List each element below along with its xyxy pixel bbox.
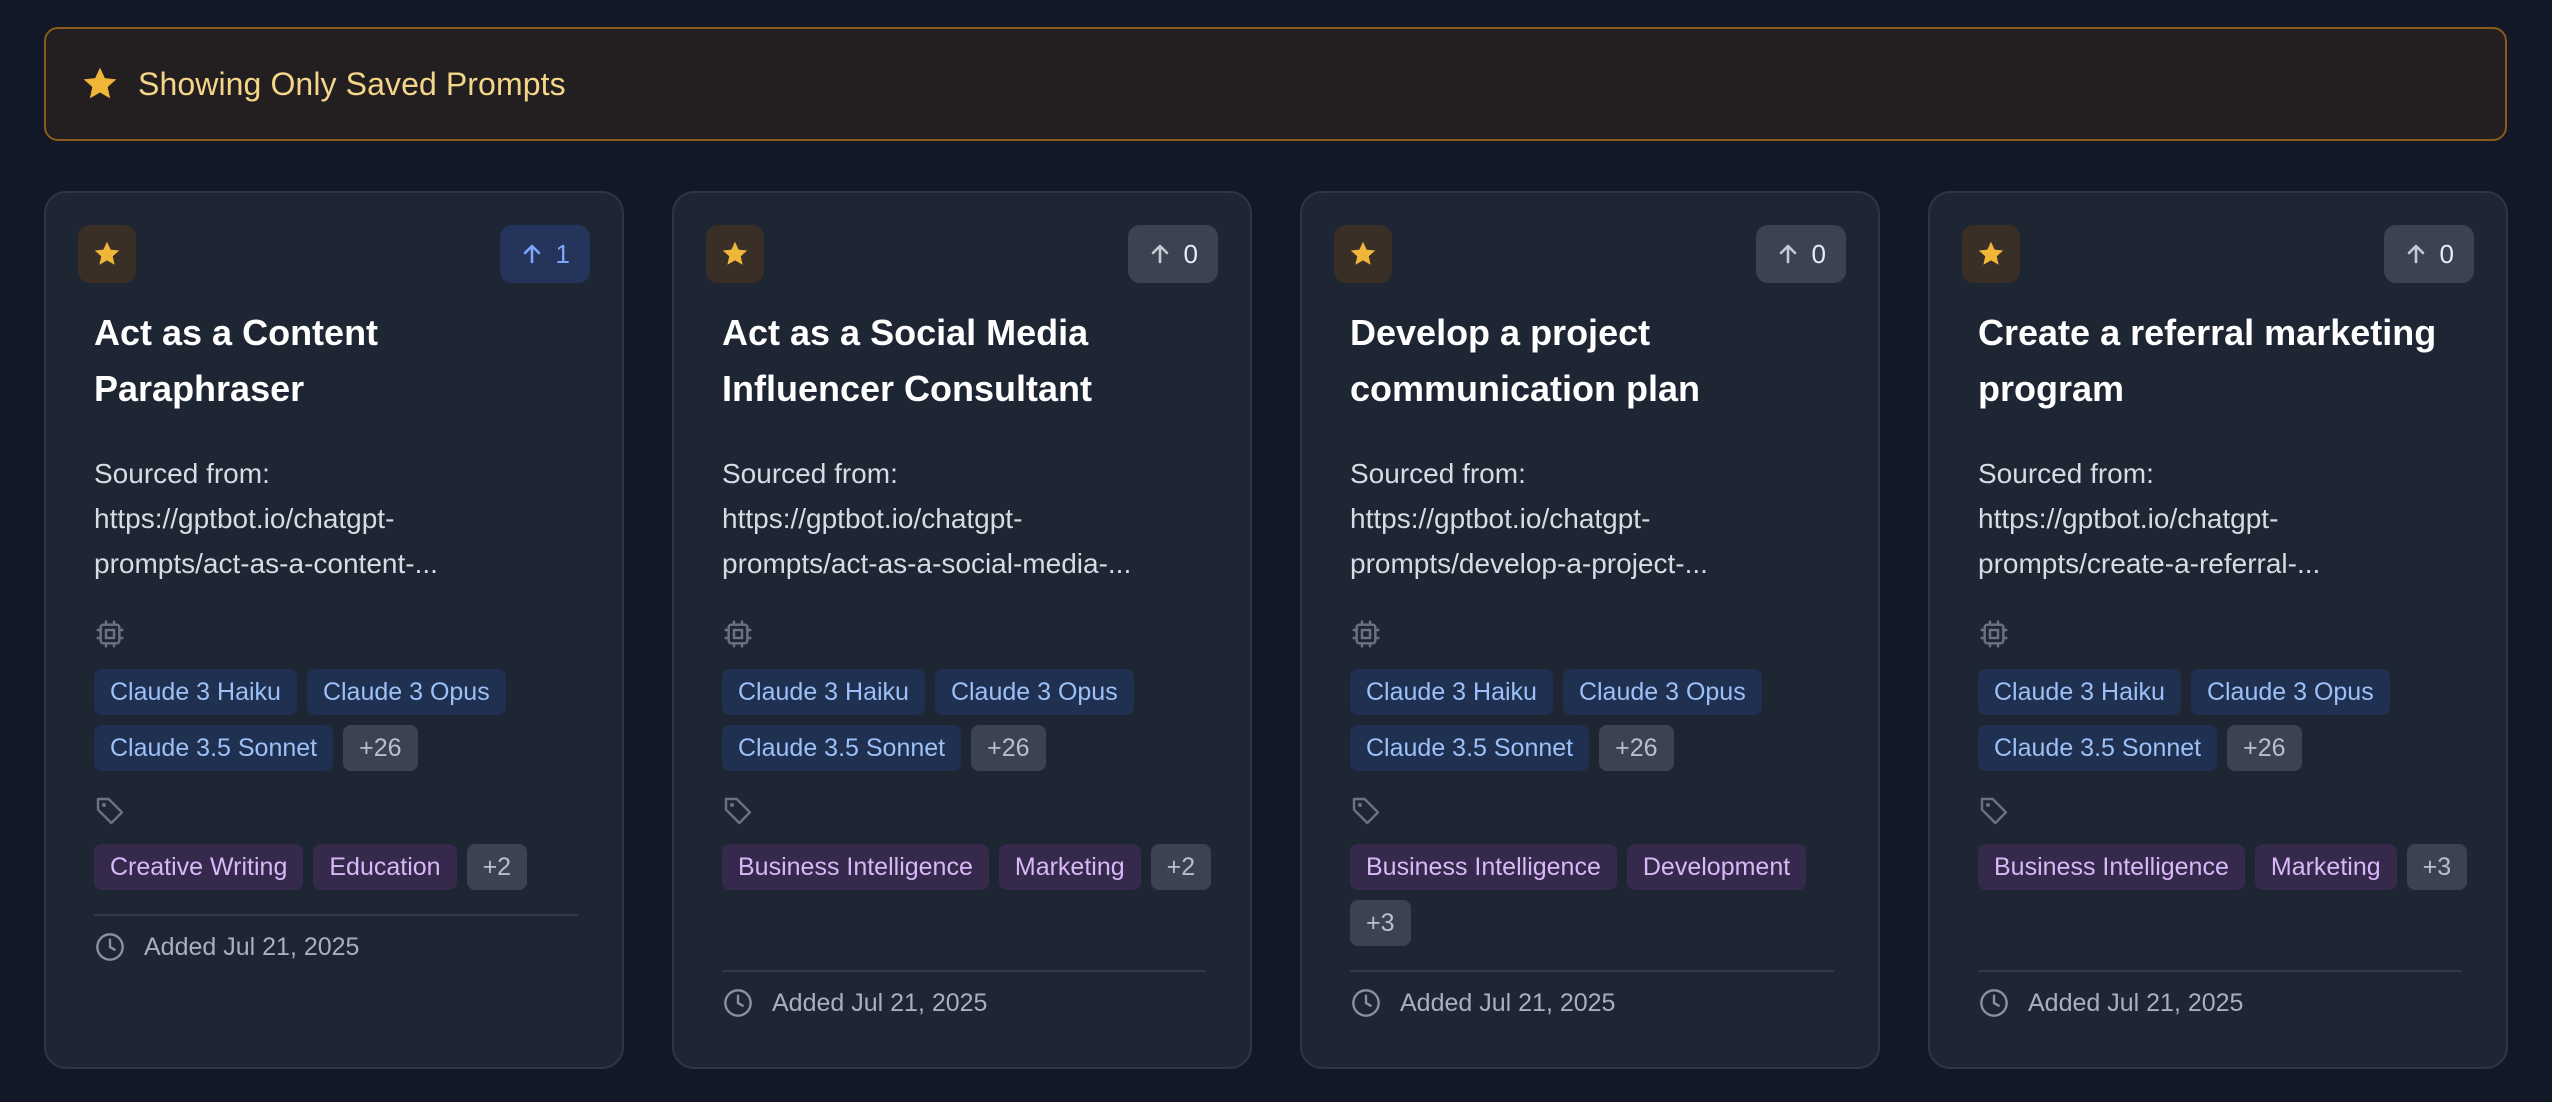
upvote-count: 1 <box>555 238 570 269</box>
model-tag[interactable]: Claude 3 Opus <box>1562 669 1762 715</box>
model-tags: Claude 3 Haiku Claude 3 Opus Claude 3.5 … <box>722 669 1222 771</box>
added-date: Added Jul 21, 2025 <box>722 987 987 1019</box>
prompt-title[interactable]: Act as a Content Paraphraser <box>94 305 594 417</box>
added-date: Added Jul 21, 2025 <box>1978 987 2243 1019</box>
cpu-icon <box>1352 620 1380 648</box>
arrow-up-icon <box>523 244 540 264</box>
upvote-count: 0 <box>1811 238 1826 269</box>
tag-icon <box>1980 797 2008 825</box>
star-icon <box>83 67 117 99</box>
category-tag[interactable]: Marketing <box>2254 844 2397 890</box>
prompt-card[interactable]: 0 Act as a Social Media Influencer Consu… <box>672 191 1252 1069</box>
category-tags: Business Intelligence Development +3 <box>1350 844 1850 946</box>
cpu-icon <box>724 620 752 648</box>
model-tag[interactable]: Claude 3 Haiku <box>94 669 297 715</box>
model-tag[interactable]: Claude 3 Opus <box>306 669 506 715</box>
clock-icon <box>96 933 124 961</box>
category-tags: Business Intelligence Marketing +2 <box>722 844 1222 890</box>
upvote-button[interactable]: 0 <box>2383 225 2474 283</box>
clock-icon <box>1352 989 1380 1017</box>
category-tag[interactable]: Marketing <box>998 844 1141 890</box>
tag-icon <box>1352 797 1380 825</box>
cpu-icon <box>1980 620 2008 648</box>
upvote-count: 0 <box>2439 238 2454 269</box>
divider <box>1978 970 2462 972</box>
model-tags: Claude 3 Haiku Claude 3 Opus Claude 3.5 … <box>94 669 594 771</box>
upvote-button[interactable]: 0 <box>1127 225 1218 283</box>
model-tag[interactable]: Claude 3.5 Sonnet <box>1978 725 2218 771</box>
prompt-description: Sourced from: https://gptbot.io/chatgpt-… <box>94 458 438 579</box>
category-tag[interactable]: Business Intelligence <box>722 844 989 890</box>
saved-star-button[interactable] <box>78 225 136 283</box>
category-tags: Creative Writing Education +2 <box>94 844 594 890</box>
more-categories-tag[interactable]: +2 <box>1150 844 1212 890</box>
model-tag[interactable]: Claude 3 Opus <box>2190 669 2390 715</box>
prompt-card[interactable]: 0 Develop a project communication plan S… <box>1300 191 1880 1069</box>
arrow-up-icon <box>1779 244 1796 264</box>
more-categories-tag[interactable]: +3 <box>2406 844 2468 890</box>
model-tag[interactable]: Claude 3 Haiku <box>1350 669 1553 715</box>
upvote-button[interactable]: 1 <box>499 225 590 283</box>
more-categories-tag[interactable]: +3 <box>1350 900 1411 946</box>
model-tag[interactable]: Claude 3.5 Sonnet <box>1350 725 1590 771</box>
prompt-card[interactable]: 0 Create a referral marketing program So… <box>1928 191 2508 1069</box>
tag-icon <box>96 797 124 825</box>
category-tag[interactable]: Education <box>313 844 457 890</box>
model-tag[interactable]: Claude 3.5 Sonnet <box>722 725 962 771</box>
category-tag[interactable]: Business Intelligence <box>1350 844 1617 890</box>
banner-text: Showing Only Saved Prompts <box>138 65 566 102</box>
added-date: Added Jul 21, 2025 <box>1350 987 1615 1019</box>
more-models-tag[interactable]: +26 <box>1599 725 1674 771</box>
model-tag[interactable]: Claude 3.5 Sonnet <box>94 725 334 771</box>
category-tags: Business Intelligence Marketing +3 <box>1978 844 2478 890</box>
more-categories-tag[interactable]: +2 <box>466 844 528 890</box>
cpu-icon <box>96 620 124 648</box>
upvote-count: 0 <box>1183 238 1198 269</box>
model-tag[interactable]: Claude 3 Opus <box>934 669 1134 715</box>
upvote-button[interactable]: 0 <box>1755 225 1846 283</box>
star-icon <box>722 241 748 265</box>
more-models-tag[interactable]: +26 <box>971 725 1046 771</box>
prompt-card[interactable]: 1 Act as a Content Paraphraser Sourced f… <box>44 191 624 1069</box>
tag-icon <box>724 797 752 825</box>
divider <box>722 970 1206 972</box>
clock-icon <box>724 989 752 1017</box>
added-date: Added Jul 21, 2025 <box>94 931 359 963</box>
star-icon <box>94 241 120 265</box>
category-tag[interactable]: Development <box>1626 844 1807 890</box>
star-icon <box>1978 241 2004 265</box>
category-tag[interactable]: Business Intelligence <box>1978 844 2245 890</box>
clock-icon <box>1980 989 2008 1017</box>
divider <box>1350 970 1834 972</box>
model-tags: Claude 3 Haiku Claude 3 Opus Claude 3.5 … <box>1978 669 2478 771</box>
saved-star-button[interactable] <box>706 225 764 283</box>
saved-star-button[interactable] <box>1334 225 1392 283</box>
prompt-title[interactable]: Create a referral marketing program <box>1978 305 2478 417</box>
prompt-description: Sourced from: https://gptbot.io/chatgpt-… <box>1350 458 1708 579</box>
saved-filter-banner: Showing Only Saved Prompts <box>44 27 2507 141</box>
prompt-title[interactable]: Act as a Social Media Influencer Consult… <box>722 305 1222 417</box>
saved-star-button[interactable] <box>1962 225 2020 283</box>
prompt-title[interactable]: Develop a project communication plan <box>1350 305 1850 417</box>
prompt-description: Sourced from: https://gptbot.io/chatgpt-… <box>722 458 1132 579</box>
prompt-description: Sourced from: https://gptbot.io/chatgpt-… <box>1978 458 2321 579</box>
arrow-up-icon <box>2407 244 2424 264</box>
star-icon <box>1350 241 1376 265</box>
category-tag[interactable]: Creative Writing <box>94 844 304 890</box>
model-tags: Claude 3 Haiku Claude 3 Opus Claude 3.5 … <box>1350 669 1850 771</box>
divider <box>94 914 578 916</box>
more-models-tag[interactable]: +26 <box>343 725 418 771</box>
model-tag[interactable]: Claude 3 Haiku <box>1978 669 2181 715</box>
arrow-up-icon <box>1151 244 1168 264</box>
model-tag[interactable]: Claude 3 Haiku <box>722 669 925 715</box>
more-models-tag[interactable]: +26 <box>2227 725 2302 771</box>
